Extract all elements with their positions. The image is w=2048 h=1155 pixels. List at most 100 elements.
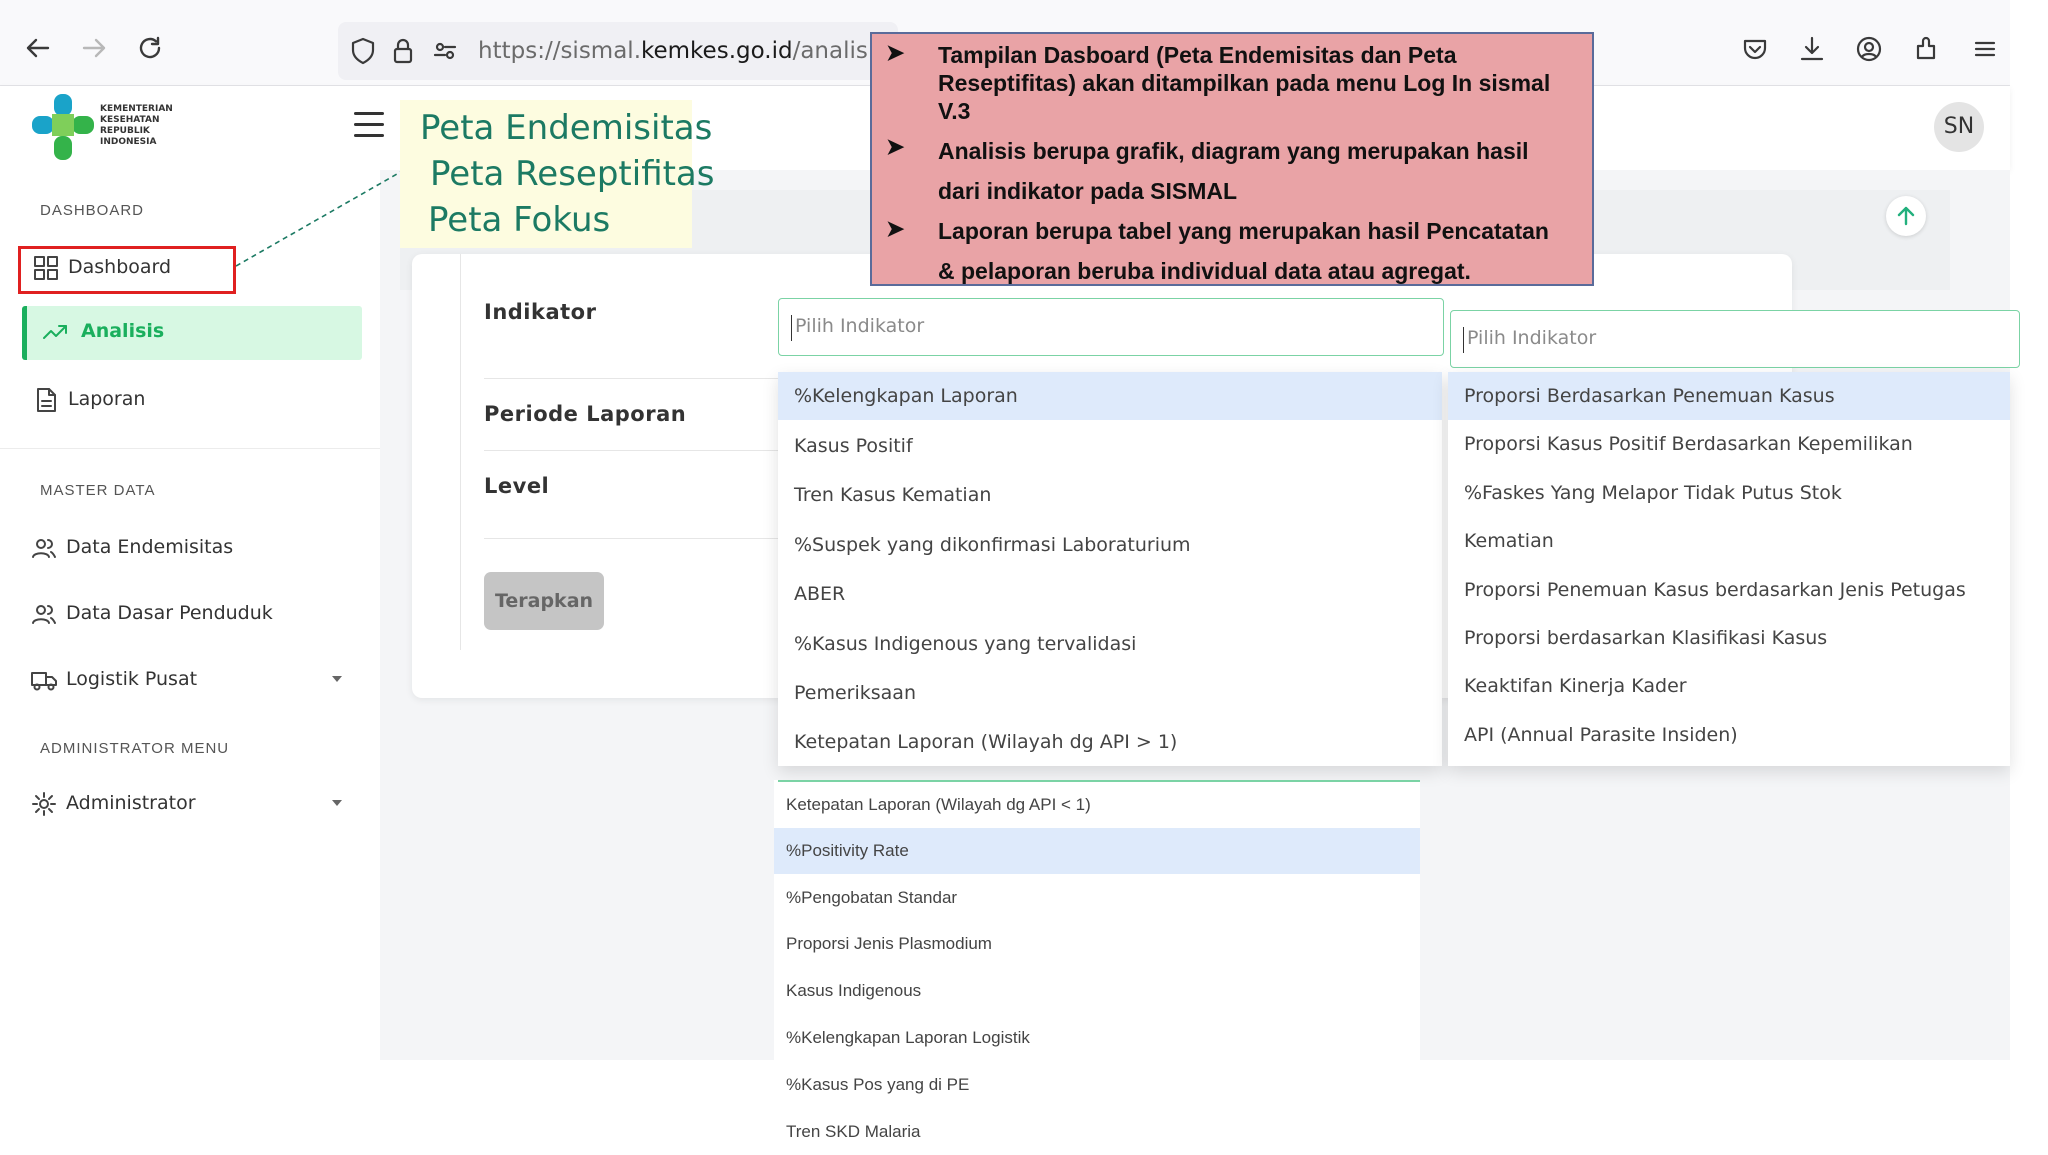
dropdown-option[interactable]: %Faskes Yang Melapor Tidak Putus Stok (1448, 469, 2010, 517)
kemenkes-logo[interactable]: KEMENTERIAN KESEHATAN REPUBLIK INDONESIA (30, 92, 180, 162)
arrow-up-icon (1897, 206, 1915, 226)
sidebar-item-data-dasar-penduduk[interactable]: Data Dasar Penduduk (22, 588, 362, 640)
annotation-line: & pelaporan beruba individual data atau … (938, 258, 1471, 284)
section-title-master-data: MASTER DATA (40, 482, 156, 499)
scroll-top-button[interactable] (1886, 196, 1926, 236)
account-icon[interactable] (1854, 34, 1888, 68)
indikator-select-input[interactable]: Pilih Indikator (778, 298, 1444, 356)
chevron-down-icon (332, 800, 342, 806)
dropdown-option[interactable]: %Kasus Pos yang di PE (774, 1062, 1420, 1108)
document-icon (32, 386, 60, 414)
text-cursor (1463, 327, 1464, 353)
indikator-label: Indikator (484, 300, 597, 324)
forward-arrow-icon[interactable] (76, 30, 120, 74)
annotation-description-note: ➤ Tampilan Dasboard (Peta Endemisitas da… (870, 32, 1594, 286)
sidebar-toggle-icon[interactable] (354, 112, 384, 142)
lock-icon[interactable] (388, 36, 418, 66)
dropdown-option[interactable]: Keaktifan Kinerja Kader (1448, 662, 2010, 710)
form-divider (484, 538, 784, 539)
annotation-peta-note: Peta Endemisitas Peta Reseptifitas Peta … (400, 100, 714, 248)
kemenkes-logo-icon (32, 94, 94, 160)
dropdown-option[interactable]: API (Annual Parasite Insiden) (1448, 711, 2010, 759)
bullet-arrow-icon: ➤ (886, 134, 905, 159)
logo-text: KEMENTERIAN KESEHATAN REPUBLIK INDONESIA (100, 104, 173, 147)
annotation-connector-line (236, 170, 405, 267)
annotation-line: Analisis berupa grafik, diagram yang mer… (938, 138, 1529, 164)
annotation-line: Peta Endemisitas (420, 108, 713, 148)
form-divider (484, 450, 784, 451)
bullet-arrow-icon: ➤ (886, 40, 905, 65)
card-inner-border (460, 254, 461, 650)
indikator-dropdown-list: %Kelengkapan Laporan Kasus Positif Tren … (778, 372, 1442, 766)
annotation-line: Reseptifitas) akan ditampilkan pada menu… (938, 70, 1551, 96)
dropdown-option[interactable]: Ketepatan Laporan (Wilayah dg API < 1) (774, 782, 1420, 828)
sidebar-item-label: Analisis (81, 320, 165, 342)
select-placeholder: Pilih Indikator (1467, 327, 1597, 349)
trending-up-icon (41, 318, 69, 346)
sidebar-item-administrator[interactable]: Administrator (22, 778, 362, 830)
dropdown-option[interactable]: Pemeriksaan (778, 669, 1442, 717)
dropdown-option[interactable]: Ketepatan Laporan (Wilayah dg API > 1) (778, 718, 1442, 766)
annotation-line: Peta Fokus (428, 200, 611, 240)
dropdown-option[interactable]: Proporsi Kasus Positif Berdasarkan Kepem… (1448, 420, 2010, 468)
form-divider (484, 378, 784, 379)
dropdown-option[interactable]: %Suspek yang dikonfirmasi Laboraturium (778, 521, 1442, 569)
dropdown-option[interactable]: %Kasus Indigenous yang tervalidasi (778, 620, 1442, 668)
apply-button[interactable]: Terapkan (484, 572, 604, 630)
extensions-icon[interactable] (1912, 34, 1946, 68)
dropdown-option[interactable]: %Positivity Rate (774, 828, 1420, 874)
bullet-arrow-icon: ➤ (886, 216, 905, 241)
indikator-dropdown-list-secondary: Proporsi Berdasarkan Penemuan Kasus Prop… (1448, 372, 2010, 766)
permissions-icon[interactable] (430, 36, 460, 66)
dropdown-option[interactable]: Proporsi berdasarkan Klasifikasi Kasus (1448, 614, 2010, 662)
section-title-administrator: ADMINISTRATOR MENU (40, 740, 230, 757)
indikator-dropdown-list-continued: Ketepatan Laporan (Wilayah dg API < 1) %… (774, 780, 1420, 1152)
sidebar-item-analisis[interactable]: Analisis (22, 306, 362, 360)
dropdown-option[interactable]: Proporsi Jenis Plasmodium (774, 921, 1420, 967)
sidebar-item-label: Data Endemisitas (66, 536, 234, 558)
url-text[interactable]: https://sismal.kemkes.go.id/analisis (478, 38, 886, 64)
annotation-line: V.3 (938, 98, 971, 124)
level-label: Level (484, 474, 550, 498)
dropdown-option[interactable]: Proporsi Penemuan Kasus berdasarkan Jeni… (1448, 566, 2010, 614)
dropdown-option[interactable]: Tren Kasus Kematian (778, 471, 1442, 519)
dropdown-option[interactable]: Kematian (1448, 517, 2010, 565)
periode-laporan-label: Periode Laporan (484, 402, 687, 426)
gear-icon (30, 790, 58, 818)
select-placeholder: Pilih Indikator (795, 315, 925, 337)
dropdown-option[interactable]: Tren SKD Malaria (774, 1109, 1420, 1155)
users-icon (30, 534, 58, 562)
reload-icon[interactable] (132, 30, 176, 74)
highlight-box (18, 246, 236, 294)
sidebar-item-logistik-pusat[interactable]: Logistik Pusat (22, 654, 362, 706)
dropdown-option[interactable]: %Kelengkapan Laporan Logistik (774, 1015, 1420, 1061)
chevron-down-icon (332, 676, 342, 682)
dropdown-option[interactable]: ABER (778, 570, 1442, 618)
dropdown-option[interactable]: Proporsi Berdasarkan Penemuan Kasus (1448, 372, 2010, 420)
dropdown-option[interactable]: Kasus Indigenous (774, 968, 1420, 1014)
shield-icon[interactable] (348, 36, 378, 66)
annotation-line: dari indikator pada SISMAL (938, 178, 1238, 204)
back-arrow-icon[interactable] (20, 30, 64, 74)
truck-icon (30, 666, 58, 694)
sidebar-item-label: Administrator (66, 792, 196, 814)
annotation-line: Tampilan Dasboard (Peta Endemisitas dan … (938, 42, 1457, 68)
text-cursor (791, 315, 792, 341)
sidebar-item-data-endemisitas[interactable]: Data Endemisitas (22, 522, 362, 574)
download-icon[interactable] (1797, 34, 1831, 68)
user-avatar[interactable]: SN (1934, 102, 1984, 152)
menu-icon[interactable] (1970, 34, 2004, 68)
pocket-icon[interactable] (1740, 34, 1774, 68)
indikator-select-input-secondary[interactable]: Pilih Indikator (1450, 310, 2020, 368)
address-bar[interactable]: https://sismal.kemkes.go.id/analisis (338, 22, 898, 80)
sidebar-item-label: Data Dasar Penduduk (66, 602, 273, 624)
dropdown-option[interactable]: %Pengobatan Standar (774, 875, 1420, 921)
dropdown-option[interactable]: %Kelengkapan Laporan (778, 372, 1442, 420)
annotation-line: Peta Reseptifitas (430, 154, 715, 194)
dropdown-option[interactable]: Kasus Positif (778, 422, 1442, 470)
sidebar-item-label: Laporan (68, 388, 146, 410)
sidebar-divider (0, 448, 380, 449)
section-title-dashboard: DASHBOARD (40, 202, 145, 219)
users-icon (30, 600, 58, 628)
sidebar-item-laporan[interactable]: Laporan (22, 374, 362, 426)
